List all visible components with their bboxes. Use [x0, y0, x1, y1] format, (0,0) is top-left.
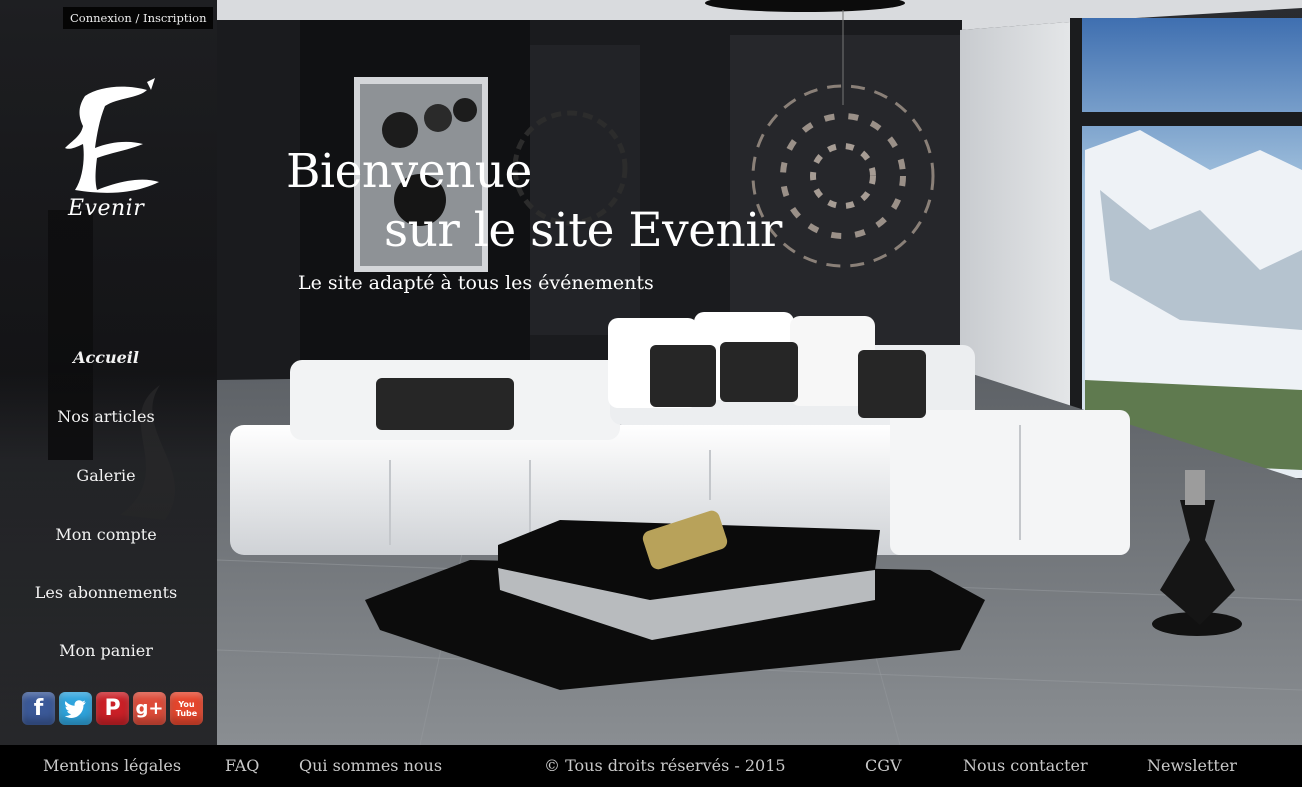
login-register-link[interactable]: Connexion / Inscription [63, 7, 214, 29]
twitter-icon[interactable] [59, 692, 92, 725]
nav-item-galerie[interactable]: Galerie [0, 466, 212, 485]
footer-link-faq[interactable]: FAQ [225, 756, 259, 775]
footer-copyright: © Tous droits réservés - 2015 [544, 756, 786, 775]
footer-link-newsletter[interactable]: Newsletter [1147, 756, 1237, 775]
pinterest-icon[interactable]: P [96, 692, 129, 725]
youtube-icon[interactable]: You Tube [170, 692, 203, 725]
hero-tagline: Le site adapté à tous les événements [298, 272, 654, 294]
nav-item-abonnements[interactable]: Les abonnements [0, 583, 212, 602]
nav-item-mon-compte[interactable]: Mon compte [0, 525, 212, 544]
footer-link-mentions-legales[interactable]: Mentions légales [43, 756, 181, 775]
nav-item-mon-panier[interactable]: Mon panier [0, 641, 212, 660]
footer: Mentions légales FAQ Qui sommes nous © T… [0, 745, 1302, 787]
footer-link-contact[interactable]: Nous contacter [963, 756, 1088, 775]
facebook-icon[interactable]: f [22, 692, 55, 725]
footer-link-cgv[interactable]: CGV [865, 756, 902, 775]
social-links: f P g+ You Tube [22, 692, 203, 725]
hero-headline-line1: Bienvenue [286, 144, 532, 199]
twitter-bird-icon [64, 699, 86, 718]
nav-item-nos-articles[interactable]: Nos articles [0, 407, 212, 426]
google-plus-icon[interactable]: g+ [133, 692, 166, 725]
hero-headline-line2: sur le site Evenir [384, 203, 782, 258]
footer-link-about[interactable]: Qui sommes nous [299, 756, 442, 775]
brand-name: Evenir [68, 196, 145, 221]
sidebar: Connexion / Inscription Evenir Accueil N… [0, 0, 217, 745]
nav-item-accueil[interactable]: Accueil [0, 348, 212, 367]
